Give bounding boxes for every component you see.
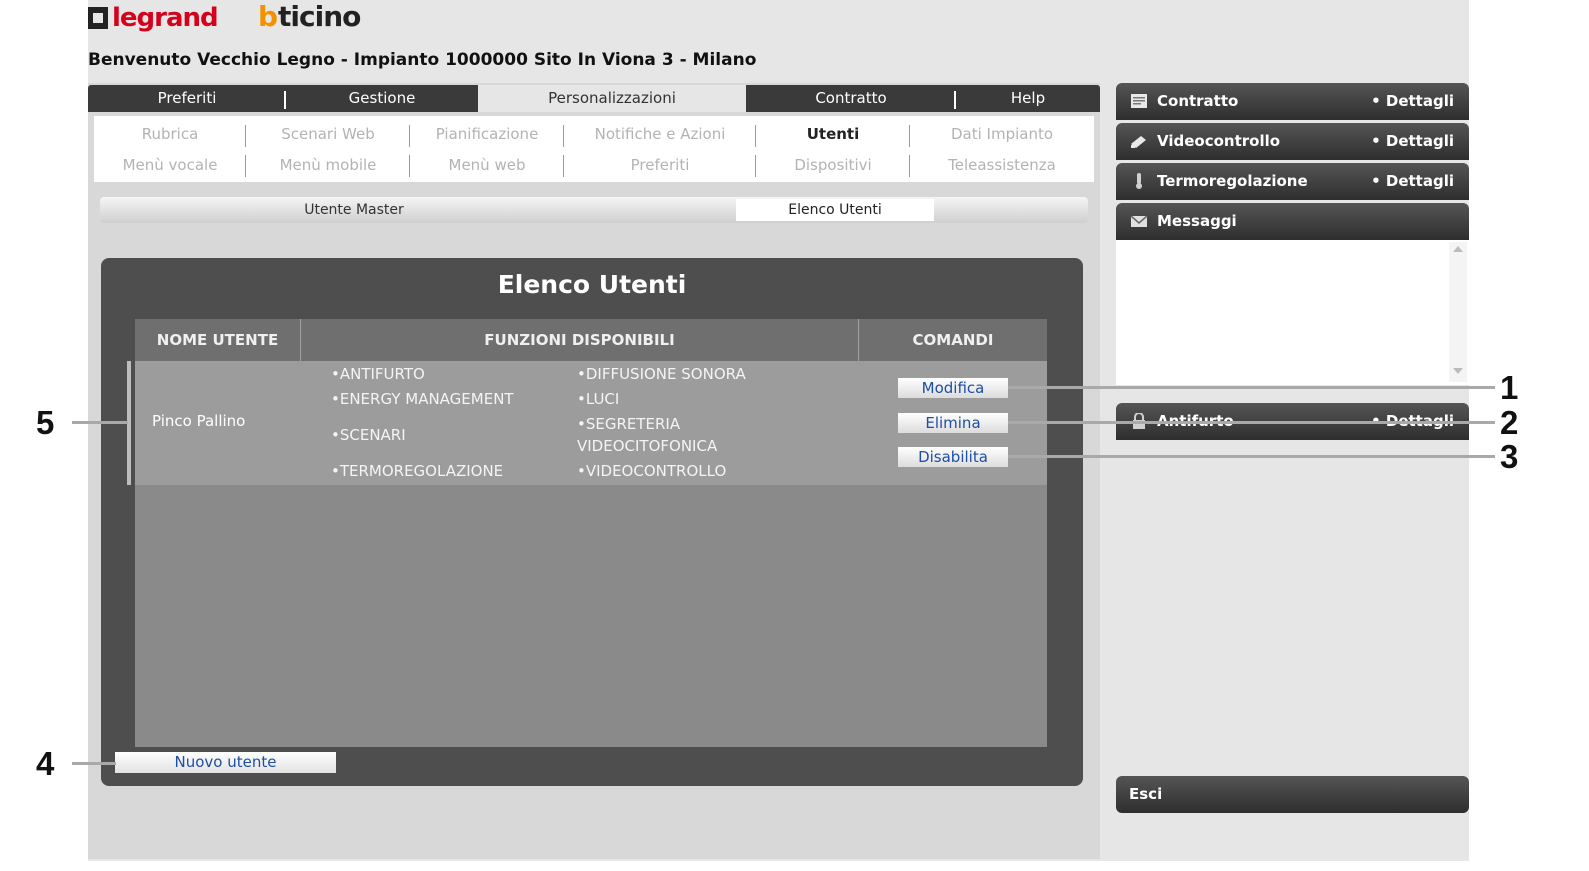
submenu-divider	[909, 125, 910, 147]
exit-label: Esci	[1129, 785, 1163, 803]
main-tabs: Preferiti Gestione Personalizzazioni Con…	[88, 85, 1100, 112]
callout-2: 2	[1500, 404, 1519, 441]
submenu-utenti[interactable]: Utenti	[756, 125, 910, 143]
subtab-utente-master[interactable]: Utente Master	[100, 197, 608, 223]
bticino-wordmark-rest: ticino	[278, 0, 361, 33]
edit-user-button[interactable]: Modifica	[898, 378, 1008, 398]
sidebar-contratto: Contratto • Dettagli	[1116, 83, 1469, 120]
thermometer-icon	[1136, 173, 1142, 189]
callout-line-2	[1008, 421, 1495, 424]
submenu-divider	[563, 125, 564, 147]
tab-gestione[interactable]: Gestione	[286, 85, 478, 112]
callout-line-1	[1008, 386, 1495, 389]
delete-user-button[interactable]: Elimina	[898, 413, 1008, 433]
callout-line-4	[72, 762, 116, 765]
submenu-rubrica[interactable]: Rubrica	[94, 125, 246, 143]
tab-contratto[interactable]: Contratto	[746, 85, 956, 112]
function-diffusione-sonora: •DIFFUSIONE SONORA	[577, 365, 746, 383]
panel-title: Elenco Utenti	[497, 270, 687, 299]
bticino-logo: b ticino	[258, 0, 361, 33]
subtab-elenco-utenti[interactable]: Elenco Utenti	[736, 199, 934, 221]
document-icon	[1131, 94, 1147, 108]
function-videocitofonica: VIDEOCITOFONICA	[577, 437, 718, 455]
submenu-divider	[563, 155, 564, 177]
disable-user-button[interactable]: Disabilita	[898, 447, 1008, 467]
sidebar-termoregolazione-label: Termoregolazione	[1157, 172, 1308, 190]
legrand-logo: legrand	[88, 0, 219, 36]
header-comandi: COMANDI	[912, 331, 994, 349]
camera-icon	[1131, 136, 1146, 148]
sidebar-videocontrollo-label: Videocontrollo	[1157, 132, 1281, 150]
tab-help[interactable]: Help	[956, 85, 1100, 112]
submenu-divider	[245, 155, 246, 177]
videocontrollo-details-link[interactable]: • Dettagli	[1371, 123, 1454, 160]
callout-line-5	[72, 421, 128, 424]
sidebar-termoregolazione: Termoregolazione • Dettagli	[1116, 163, 1469, 200]
callout-4: 4	[36, 745, 55, 782]
callout-3: 3	[1500, 438, 1519, 475]
tab-personalizzazioni[interactable]: Personalizzazioni	[478, 85, 746, 112]
submenu-dati-impianto[interactable]: Dati Impianto	[910, 125, 1094, 143]
sidebar-messaggi: Messaggi	[1116, 203, 1469, 240]
submenu-divider	[755, 155, 756, 177]
submenu-preferiti[interactable]: Preferiti	[564, 156, 756, 174]
callout-5: 5	[36, 404, 55, 441]
scroll-up-icon[interactable]	[1453, 246, 1463, 252]
submenu-divider	[409, 125, 410, 147]
messages-box[interactable]	[1116, 240, 1469, 385]
sidebar-contratto-label: Contratto	[1157, 92, 1239, 110]
header-nome-utente: NOME UTENTE	[156, 331, 279, 349]
function-termoregolazione: •TERMOREGOLAZIONE	[331, 462, 504, 480]
submenu-scenari-web[interactable]: Scenari Web	[246, 125, 410, 143]
bticino-wordmark-b: b	[258, 0, 279, 33]
sub-menu: Rubrica Scenari Web Pianificazione Notif…	[94, 116, 1094, 182]
submenu-menu-vocale[interactable]: Menù vocale	[94, 156, 246, 174]
legrand-mark-icon	[88, 7, 108, 29]
function-videocontrollo: •VIDEOCONTROLLO	[577, 462, 727, 480]
submenu-divider	[409, 155, 410, 177]
submenu-menu-web[interactable]: Menù web	[410, 156, 564, 174]
submenu-divider	[245, 125, 246, 147]
function-segreteria: •SEGRETERIA	[577, 415, 681, 433]
submenu-divider	[755, 125, 756, 147]
user-subtabs: Utente Master Elenco Utenti	[100, 197, 1088, 223]
function-luci: •LUCI	[577, 390, 620, 408]
submenu-notifiche-azioni[interactable]: Notifiche e Azioni	[564, 125, 756, 143]
termoregolazione-details-link[interactable]: • Dettagli	[1371, 163, 1454, 200]
contratto-details-link[interactable]: • Dettagli	[1371, 83, 1454, 120]
tab-preferiti[interactable]: Preferiti	[88, 85, 286, 112]
sidebar-videocontrollo: Videocontrollo • Dettagli	[1116, 123, 1469, 160]
submenu-divider	[909, 155, 910, 177]
function-antifurto: •ANTIFURTO	[331, 365, 425, 383]
scroll-down-icon[interactable]	[1453, 368, 1463, 374]
function-scenari: •SCENARI	[331, 426, 406, 444]
messages-scrollbar[interactable]	[1449, 242, 1467, 382]
callout-1: 1	[1500, 369, 1519, 406]
exit-button[interactable]: Esci	[1116, 776, 1469, 813]
function-energy-management: •ENERGY MANAGEMENT	[331, 390, 514, 408]
callout-line-3	[1008, 455, 1495, 458]
user-name: Pinco Pallino	[152, 412, 246, 430]
submenu-pianificazione[interactable]: Pianificazione	[410, 125, 564, 143]
table-header: NOME UTENTE FUNZIONI DISPONIBILI COMANDI	[135, 319, 1047, 361]
submenu-teleassistenza[interactable]: Teleassistenza	[910, 156, 1094, 174]
envelope-icon	[1130, 215, 1148, 227]
new-user-button[interactable]: Nuovo utente	[115, 752, 336, 773]
submenu-dispositivi[interactable]: Dispositivi	[756, 156, 910, 174]
welcome-message: Benvenuto Vecchio Legno - Impianto 10000…	[88, 50, 757, 70]
legrand-wordmark: legrand	[112, 3, 219, 33]
sidebar-messaggi-label: Messaggi	[1157, 212, 1237, 230]
submenu-menu-mobile[interactable]: Menù mobile	[246, 156, 410, 174]
header-funzioni: FUNZIONI DISPONIBILI	[484, 331, 675, 349]
